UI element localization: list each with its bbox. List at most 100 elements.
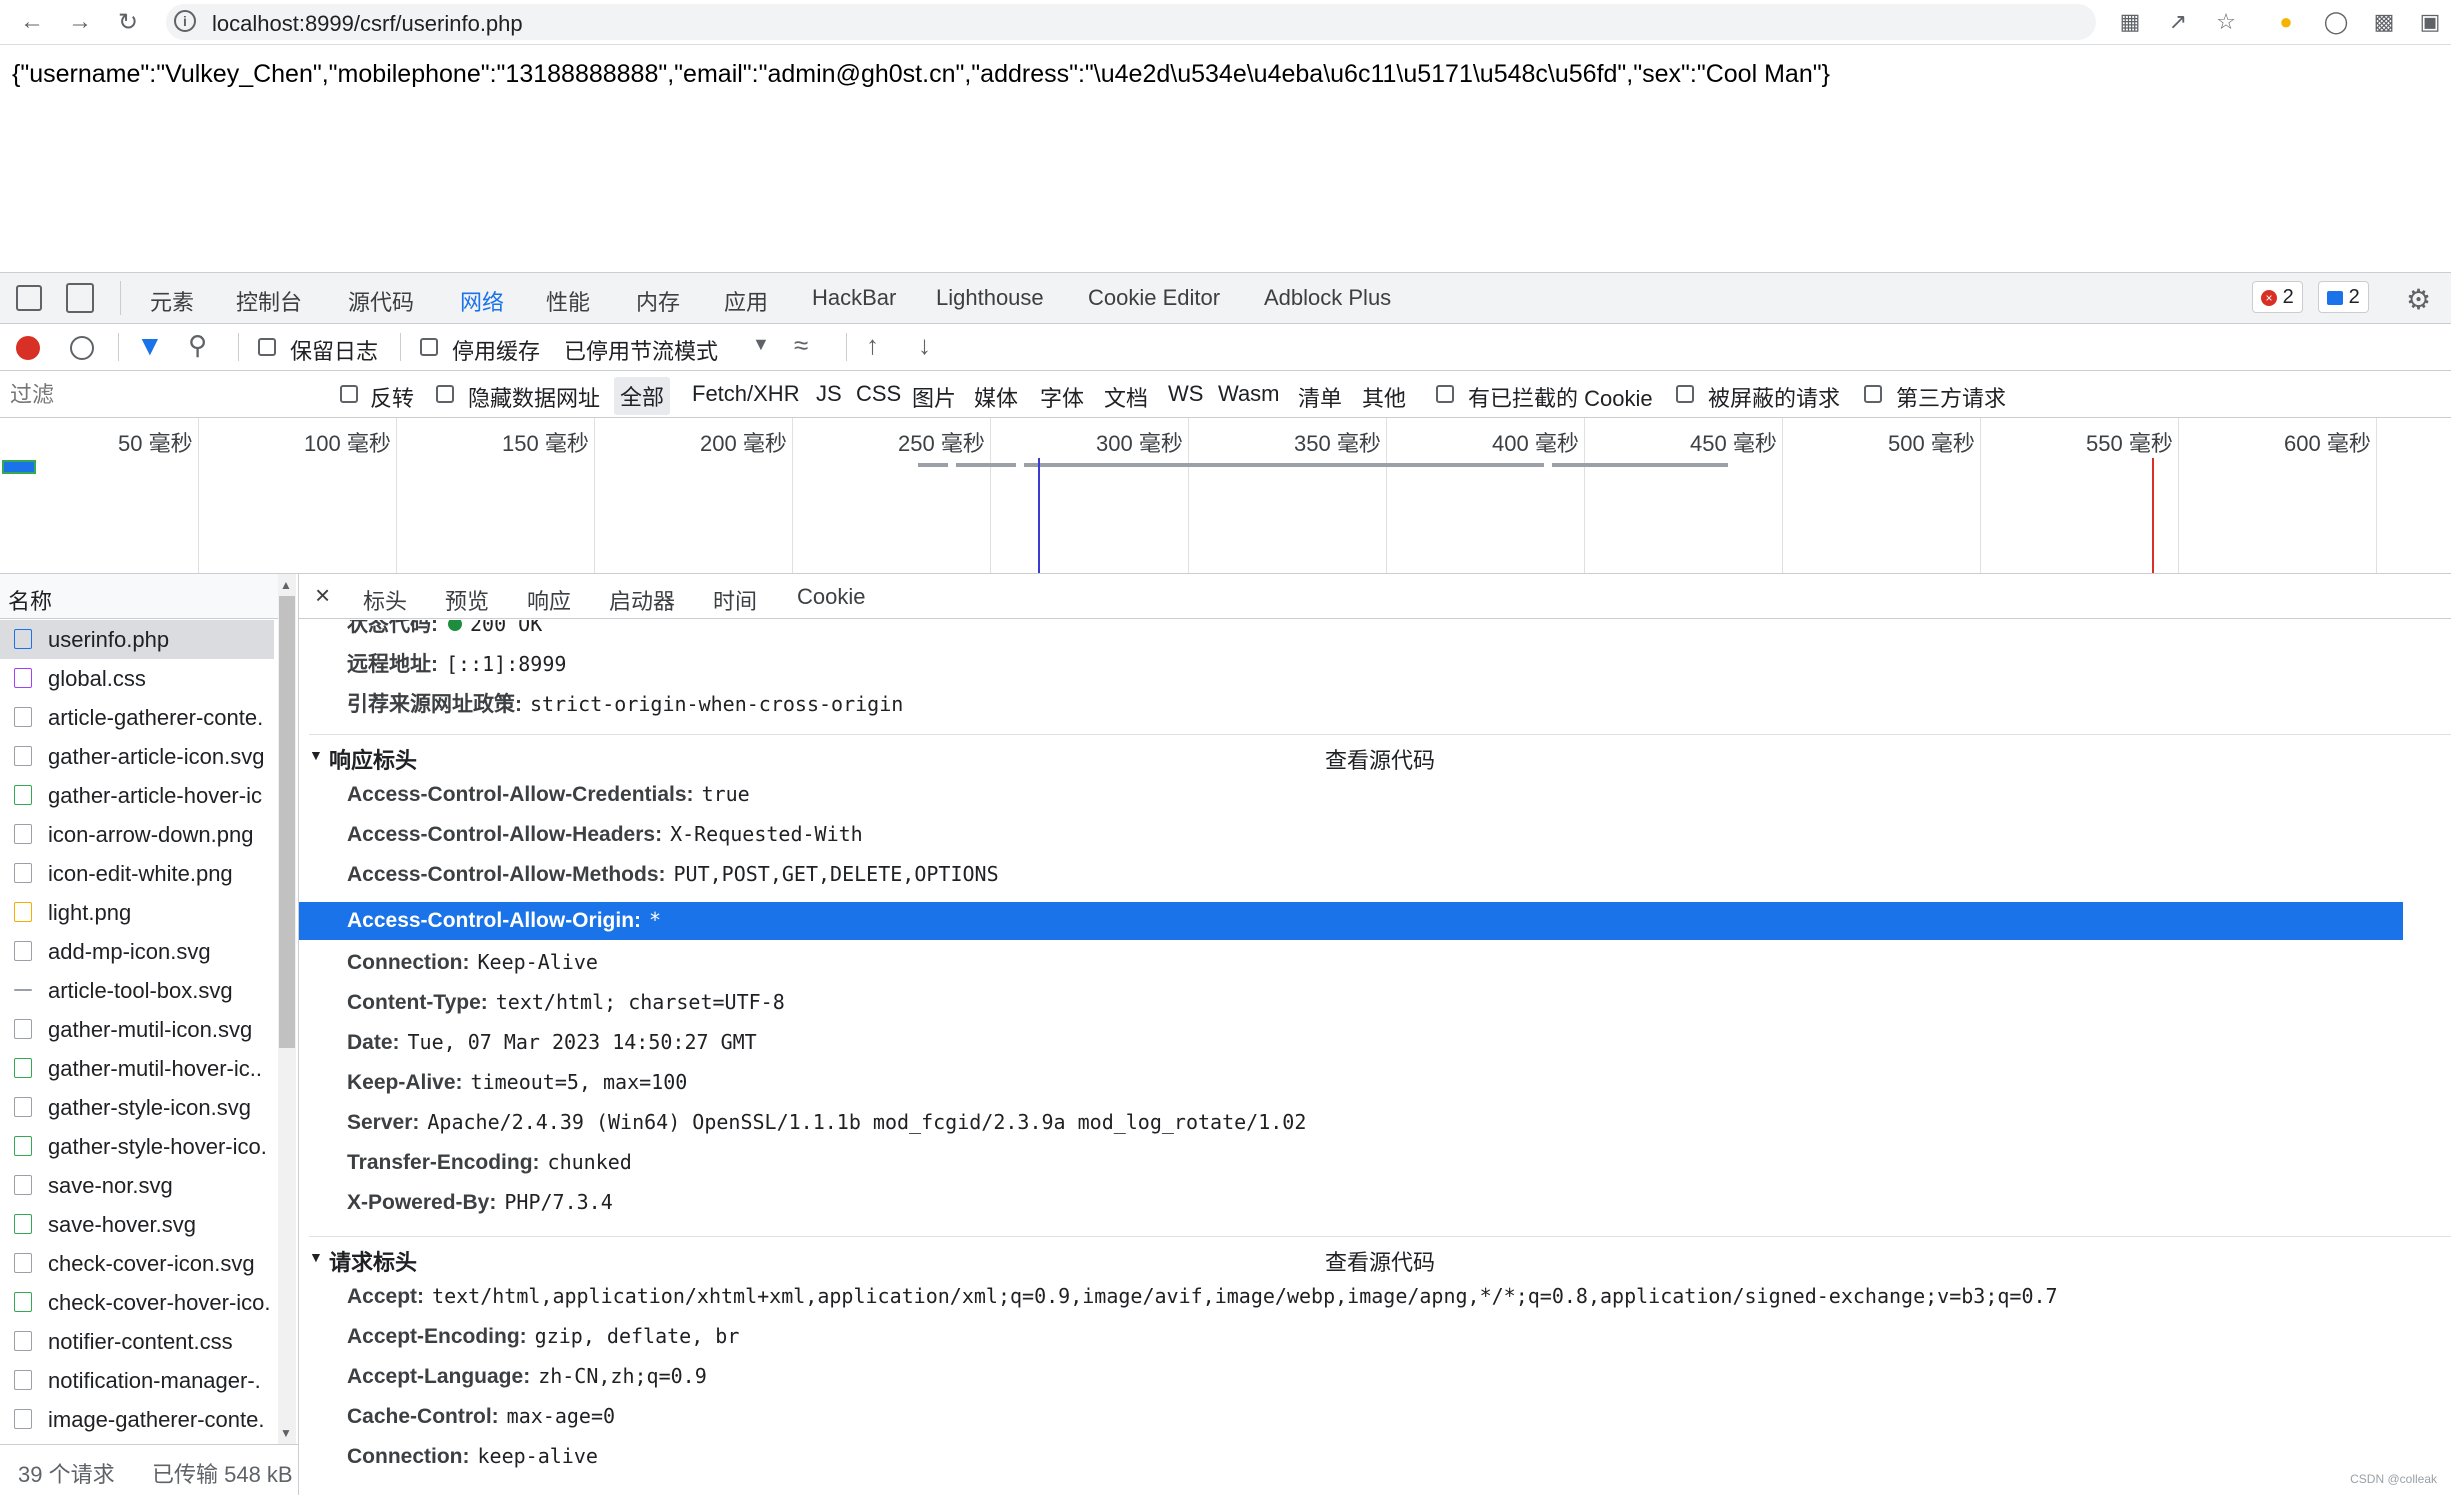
filter-type-manifest[interactable]: 清单 (1298, 381, 1342, 413)
name-column-header[interactable]: 名称 (0, 574, 280, 619)
tab-network[interactable]: 网络 (453, 285, 511, 330)
tab-preview[interactable]: 预览 (445, 584, 489, 616)
error-badge[interactable]: × 2 (2252, 281, 2303, 313)
filter-type-img[interactable]: 图片 (912, 381, 956, 413)
translate-icon[interactable]: ▦ (2116, 8, 2144, 36)
scroll-down-icon[interactable]: ▼ (280, 1426, 292, 1440)
list-item[interactable]: image-gatherer-conte. (0, 1400, 274, 1439)
response-headers-section[interactable]: ▼ 响应标头 查看源代码 (309, 734, 2451, 779)
network-conditions-icon[interactable]: ≈ (794, 330, 808, 361)
list-item[interactable]: save-nor.svg (0, 1166, 274, 1205)
tab-headers[interactable]: 标头 (363, 584, 407, 616)
filter-type-other[interactable]: 其他 (1362, 381, 1406, 413)
tab-elements[interactable]: 元素 (150, 285, 194, 317)
export-har-icon[interactable]: ↓ (918, 330, 931, 361)
filter-icon[interactable]: ▼ (136, 330, 164, 362)
response-header-row-selected[interactable]: Access-Control-Allow-Origin: * (299, 902, 2403, 940)
side-panel-icon[interactable]: ▣ (2416, 8, 2444, 36)
tab-cookie-editor[interactable]: Cookie Editor (1088, 285, 1220, 311)
blocked-requests-checkbox[interactable] (1676, 385, 1694, 403)
list-item[interactable]: add-mp-icon.svg (0, 932, 274, 971)
tab-response[interactable]: 响应 (527, 584, 571, 616)
list-item[interactable]: icon-edit-white.png (0, 854, 274, 893)
reload-icon[interactable]: ↻ (112, 6, 144, 38)
list-item[interactable]: gather-style-hover-ico. (0, 1127, 274, 1166)
settings-gear-icon[interactable]: ⚙ (2406, 283, 2431, 316)
clear-icon[interactable] (70, 336, 94, 360)
tab-hackbar[interactable]: HackBar (812, 285, 896, 311)
search-icon[interactable]: ⚲ (188, 330, 207, 361)
record-icon[interactable] (16, 336, 40, 360)
filter-type-wasm[interactable]: Wasm (1218, 381, 1280, 407)
watermark: CSDN @colleak (2350, 1472, 2437, 1486)
file-icon (14, 1409, 32, 1429)
hide-data-urls-checkbox[interactable] (436, 385, 454, 403)
url-text[interactable]: localhost:8999/csrf/userinfo.php (212, 11, 523, 37)
list-item[interactable]: check-cover-hover-ico. (0, 1283, 274, 1322)
filter-type-js[interactable]: JS (816, 381, 842, 407)
import-har-icon[interactable]: ↑ (866, 330, 879, 361)
inspect-element-icon[interactable] (16, 285, 42, 311)
third-party-checkbox[interactable] (1864, 385, 1882, 403)
tab-adblock-plus[interactable]: Adblock Plus (1264, 285, 1391, 311)
view-source-link[interactable]: 查看源代码 (1325, 743, 1435, 775)
list-item[interactable]: article-tool-box.svg (0, 971, 274, 1010)
list-item[interactable]: gather-mutil-icon.svg (0, 1010, 274, 1049)
device-toggle-icon[interactable] (66, 283, 94, 313)
tab-initiator[interactable]: 启动器 (609, 584, 675, 616)
scrollbar-thumb[interactable] (279, 596, 295, 1048)
extensions-puzzle-icon[interactable]: ▩ (2370, 8, 2398, 36)
list-item[interactable]: userinfo.php (0, 620, 274, 659)
filter-type-fetch-xhr[interactable]: Fetch/XHR (692, 381, 800, 407)
filter-input[interactable] (8, 379, 312, 411)
chevron-down-icon[interactable]: ▼ (752, 334, 770, 355)
bookmark-star-icon[interactable]: ☆ (2212, 8, 2240, 36)
filter-type-media[interactable]: 媒体 (974, 381, 1018, 413)
invert-checkbox[interactable] (340, 385, 358, 403)
network-status-bar: 39 个请求 已传输 548 kB (0, 1444, 298, 1495)
list-item[interactable]: save-hover.svg (0, 1205, 274, 1244)
tab-application[interactable]: 应用 (724, 285, 768, 317)
share-icon[interactable]: ↗ (2164, 8, 2192, 36)
list-item[interactable]: light.png (0, 893, 274, 932)
tab-performance[interactable]: 性能 (546, 285, 590, 317)
back-icon[interactable]: ← (16, 6, 48, 38)
message-badge[interactable]: 2 (2318, 281, 2369, 313)
headers-content: 状态代码: 200 OK 远程地址: [::1]:8999 引荐来源网址政策: str… (299, 620, 2451, 1495)
filter-type-all[interactable]: 全部 (614, 377, 671, 415)
tab-cookies[interactable]: Cookie (797, 584, 865, 610)
forward-icon[interactable]: → (64, 6, 96, 38)
tab-console[interactable]: 控制台 (236, 285, 302, 317)
site-info-icon[interactable]: i (174, 10, 196, 32)
disable-cache-checkbox[interactable] (420, 338, 438, 356)
preserve-log-checkbox[interactable] (258, 338, 276, 356)
filter-type-ws[interactable]: WS (1168, 381, 1203, 407)
blocked-cookies-checkbox[interactable] (1436, 385, 1454, 403)
filter-type-css[interactable]: CSS (856, 381, 901, 407)
list-item[interactable]: check-cover-icon.svg (0, 1244, 274, 1283)
address-bar[interactable]: i localhost:8999/csrf/userinfo.php (166, 4, 2096, 40)
tab-memory[interactable]: 内存 (636, 285, 680, 317)
list-item[interactable]: global.css (0, 659, 274, 698)
throttling-select[interactable]: 已停用节流模式 (564, 334, 718, 366)
tab-lighthouse[interactable]: Lighthouse (936, 285, 1044, 311)
filter-type-font[interactable]: 字体 (1040, 381, 1084, 413)
list-item[interactable]: article-gatherer-conte. (0, 698, 274, 737)
view-source-link[interactable]: 查看源代码 (1325, 1245, 1435, 1277)
list-item[interactable]: gather-mutil-hover-ic.. (0, 1049, 274, 1088)
filter-type-doc[interactable]: 文档 (1104, 381, 1148, 413)
close-icon[interactable]: × (315, 580, 330, 611)
extension-circle-icon[interactable]: ◯ (2322, 8, 2350, 36)
timeline-overview[interactable]: 50 毫秒 100 毫秒 150 毫秒 200 毫秒 250 毫秒 300 毫秒… (0, 418, 2451, 574)
list-item[interactable]: notifier-content.css (0, 1322, 274, 1361)
list-item[interactable]: gather-article-icon.svg (0, 737, 274, 776)
list-item[interactable]: gather-style-icon.svg (0, 1088, 274, 1127)
list-item[interactable]: icon-arrow-down.png (0, 815, 274, 854)
request-headers-section[interactable]: ▼ 请求标头 查看源代码 (309, 1236, 2451, 1281)
extension-cookie-icon[interactable]: ● (2272, 8, 2300, 36)
scroll-up-icon[interactable]: ▲ (280, 578, 292, 592)
tab-timing[interactable]: 时间 (713, 584, 757, 616)
list-item[interactable]: notification-manager-. (0, 1361, 274, 1400)
list-item[interactable]: gather-article-hover-ic (0, 776, 274, 815)
tab-sources[interactable]: 源代码 (348, 285, 414, 317)
